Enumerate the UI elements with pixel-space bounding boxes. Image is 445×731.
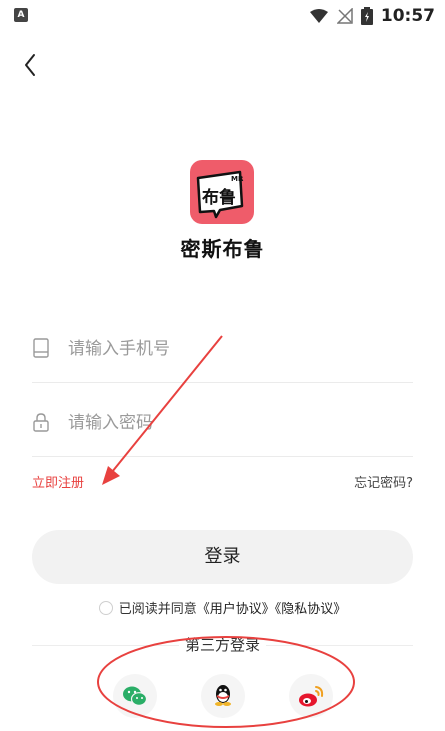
no-sim-icon bbox=[336, 8, 353, 24]
third-party-title: 第三方登录 bbox=[0, 634, 445, 655]
app-logo: MR 布鲁 bbox=[190, 160, 254, 224]
qq-login-button[interactable] bbox=[201, 674, 245, 718]
annotation-arrowhead bbox=[102, 466, 120, 485]
notification-icon: A bbox=[14, 8, 28, 22]
logo-graphic: MR 布鲁 bbox=[196, 170, 244, 219]
agreement-prefix: 已阅读并同意 bbox=[118, 602, 197, 617]
forgot-password-link[interactable]: 忘记密码? bbox=[354, 472, 413, 491]
status-bar: A 10:57 bbox=[0, 0, 445, 32]
svg-text:布鲁: 布鲁 bbox=[202, 187, 236, 208]
chevron-left-icon bbox=[25, 54, 35, 76]
wechat-login-button[interactable] bbox=[113, 674, 157, 718]
lock-icon bbox=[33, 413, 49, 432]
login-screen: A 10:57 MR 布鲁 密斯布鲁 请输入手机号 立即注册 忘记密码? 登录 … bbox=[0, 0, 445, 731]
qq-icon bbox=[215, 685, 231, 706]
register-link[interactable]: 立即注册 bbox=[32, 472, 84, 491]
svg-text:MR: MR bbox=[231, 175, 244, 183]
phone-field-row bbox=[32, 312, 413, 383]
wifi-icon bbox=[309, 9, 328, 23]
privacy-policy-link[interactable]: 《隐私协议》 bbox=[275, 602, 347, 617]
phone-icon bbox=[33, 338, 49, 358]
app-name: 密斯布鲁 bbox=[180, 237, 265, 261]
phone-input[interactable] bbox=[66, 332, 400, 366]
back-button[interactable] bbox=[18, 50, 48, 80]
login-button[interactable]: 登录 bbox=[32, 530, 413, 584]
agreement-checkbox[interactable] bbox=[98, 601, 113, 615]
weibo-login-button[interactable] bbox=[289, 674, 333, 718]
status-right: 10:57 bbox=[309, 4, 435, 28]
weibo-icon bbox=[299, 686, 324, 707]
wechat-icon bbox=[123, 686, 148, 706]
user-agreement-link[interactable]: 《用户协议》 bbox=[197, 602, 275, 617]
battery-icon bbox=[360, 7, 373, 25]
password-field-row bbox=[32, 386, 413, 457]
password-input[interactable] bbox=[66, 406, 400, 440]
agreement-row: 已阅读并同意《用户协议》《隐私协议》 bbox=[0, 598, 445, 617]
status-time: 10:57 bbox=[380, 6, 435, 26]
